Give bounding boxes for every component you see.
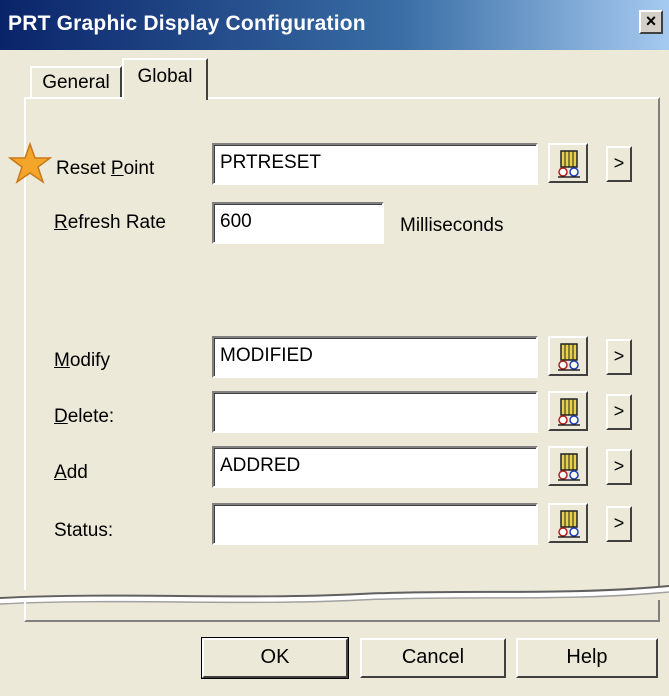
- help-button[interactable]: Help: [516, 638, 658, 678]
- status-browse-button[interactable]: [548, 503, 588, 543]
- add-more-button[interactable]: >: [606, 449, 632, 485]
- tab-global-label: Global: [137, 66, 193, 87]
- tag-browser-icon: [558, 453, 580, 481]
- modify-more-button[interactable]: >: [606, 339, 632, 375]
- chevron-right-icon: >: [613, 456, 625, 476]
- delete-label: Delete:: [54, 406, 115, 427]
- delete-more-button[interactable]: >: [606, 394, 632, 430]
- tag-browser-icon: [558, 398, 580, 426]
- chevron-right-icon: >: [613, 401, 625, 421]
- tag-browser-icon: [558, 150, 580, 178]
- close-button[interactable]: ×: [639, 10, 663, 34]
- delete-field[interactable]: [212, 391, 538, 433]
- modify-field[interactable]: MODIFIED: [212, 336, 538, 378]
- reset-point-field[interactable]: PRTRESET: [212, 143, 538, 185]
- tab-global[interactable]: Global: [122, 58, 208, 100]
- refresh-rate-field[interactable]: 600: [212, 202, 384, 244]
- title-bar: PRT Graphic Display Configuration ×: [0, 0, 669, 50]
- reset-point-label: Reset Point: [56, 158, 155, 179]
- refresh-rate-value: 600: [220, 211, 252, 232]
- chevron-right-icon: >: [613, 513, 625, 533]
- window-title: PRT Graphic Display Configuration: [8, 12, 366, 35]
- cancel-button-label: Cancel: [401, 646, 465, 668]
- close-icon: ×: [645, 11, 657, 31]
- tag-browser-icon: [558, 510, 580, 538]
- modify-value: MODIFIED: [220, 345, 313, 366]
- help-button-label: Help: [566, 646, 608, 668]
- add-browse-button[interactable]: [548, 446, 588, 486]
- add-field[interactable]: ADDRED: [212, 446, 538, 488]
- status-label: Status:: [54, 520, 114, 541]
- status-field[interactable]: [212, 503, 538, 545]
- modify-label: Modify: [54, 350, 110, 371]
- chevron-right-icon: >: [613, 153, 625, 173]
- ok-button[interactable]: OK: [201, 637, 349, 679]
- tab-general[interactable]: General: [30, 66, 122, 98]
- ok-button-label: OK: [260, 646, 290, 668]
- tab-panel-bottom: [24, 600, 660, 622]
- cancel-button[interactable]: Cancel: [360, 638, 506, 678]
- refresh-rate-unit: Milliseconds: [400, 215, 504, 236]
- refresh-rate-label: Refresh Rate: [54, 212, 166, 233]
- status-more-button[interactable]: >: [606, 506, 632, 542]
- modify-browse-button[interactable]: [548, 336, 588, 376]
- tag-browser-icon: [558, 343, 580, 371]
- delete-browse-button[interactable]: [548, 391, 588, 431]
- add-value: ADDRED: [220, 455, 301, 476]
- chevron-right-icon: >: [613, 346, 625, 366]
- star-icon: [8, 142, 52, 184]
- reset-point-more-button[interactable]: >: [606, 146, 632, 182]
- tab-general-label: General: [42, 72, 110, 93]
- reset-point-value: PRTRESET: [220, 152, 322, 173]
- add-label: Add: [54, 462, 88, 483]
- reset-point-browse-button[interactable]: [548, 143, 588, 183]
